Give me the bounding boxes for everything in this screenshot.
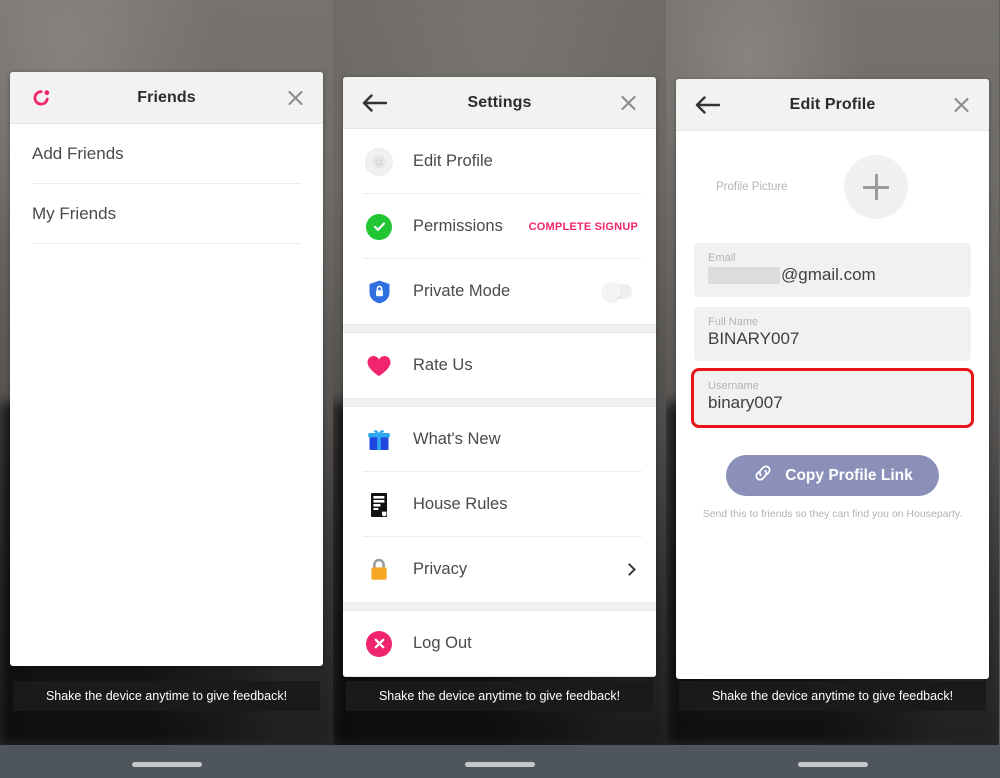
private-mode-toggle[interactable]	[602, 282, 638, 301]
settings-item-private-mode[interactable]: Private Mode	[343, 259, 656, 324]
settings-item-house-rules[interactable]: House Rules	[343, 472, 656, 537]
home-pill-indicator[interactable]	[132, 762, 202, 767]
list-item-label: Add Friends	[32, 143, 124, 163]
settings-group-account: Edit Profile Permissions COMPLETE SIGNUP	[343, 129, 656, 324]
settings-item-log-out[interactable]: Log Out	[343, 611, 656, 676]
profile-picture-row: Profile Picture	[694, 131, 971, 243]
copy-profile-link-label: Copy Profile Link	[785, 466, 913, 484]
list-item-add-friends[interactable]: Add Friends	[32, 124, 301, 184]
edit-profile-header: Edit Profile	[676, 79, 989, 131]
close-icon[interactable]	[281, 84, 309, 112]
friends-list: Add Friends My Friends	[10, 124, 323, 244]
settings-item-permissions[interactable]: Permissions COMPLETE SIGNUP	[343, 194, 656, 259]
screenshot-stage: Friends Add Friends My Friends Shake the…	[0, 0, 1000, 778]
shield-lock-icon	[363, 276, 395, 308]
padlock-icon	[363, 554, 395, 586]
settings-item-label: Log Out	[413, 634, 472, 652]
copy-profile-link-section: Copy Profile Link Send this to friends s…	[694, 455, 971, 520]
full-name-field[interactable]: Full Name BINARY007	[694, 307, 971, 361]
email-domain-text: @gmail.com	[781, 265, 876, 284]
friends-header: Friends	[10, 72, 323, 124]
settings-item-label: Privacy	[413, 560, 468, 578]
settings-panel: Settings Edit Profile Permissions COMPLE…	[343, 77, 656, 677]
home-pill-indicator[interactable]	[465, 762, 535, 767]
avatar-placeholder-icon	[363, 146, 395, 178]
check-circle-icon	[363, 211, 395, 243]
back-arrow-icon[interactable]	[690, 88, 724, 122]
link-chain-icon	[752, 462, 774, 489]
scroll-document-icon	[363, 489, 395, 521]
settings-item-label: Private Mode	[413, 282, 511, 300]
close-circle-icon	[363, 628, 395, 660]
settings-item-label: Permissions	[413, 217, 503, 235]
feedback-toast: Shake the device anytime to give feedbac…	[13, 681, 320, 711]
phone-screen-edit-profile: Edit Profile Profile Picture Email @gmai…	[666, 0, 999, 745]
feedback-toast: Shake the device anytime to give feedbac…	[346, 681, 653, 711]
group-separator	[343, 602, 656, 611]
username-field[interactable]: Username binary007	[691, 368, 974, 428]
settings-header: Settings	[343, 77, 656, 129]
edit-profile-panel: Edit Profile Profile Picture Email @gmai…	[676, 79, 989, 679]
settings-footer: Logged in as binary007 Version 1.41.1 (4…	[343, 676, 656, 677]
feedback-toast: Shake the device anytime to give feedbac…	[679, 681, 986, 711]
field-label: Full Name	[708, 316, 759, 328]
phone-screen-friends: Friends Add Friends My Friends Shake the…	[0, 0, 333, 745]
list-item-label: My Friends	[32, 203, 117, 223]
plus-icon	[863, 174, 889, 200]
back-arrow-icon[interactable]	[357, 86, 391, 120]
settings-item-whats-new[interactable]: What's New	[343, 407, 656, 472]
settings-item-rate-us[interactable]: Rate Us	[343, 333, 656, 398]
field-value-row: @gmail.com	[708, 265, 957, 285]
home-pill-indicator[interactable]	[798, 762, 868, 767]
add-profile-picture-button[interactable]	[844, 155, 908, 219]
redacted-email-local-part	[708, 266, 780, 284]
close-icon[interactable]	[947, 91, 975, 119]
gift-icon	[363, 424, 395, 456]
settings-item-label: House Rules	[413, 495, 508, 513]
settings-item-edit-profile[interactable]: Edit Profile	[343, 129, 656, 194]
group-separator	[343, 324, 656, 333]
phone-screen-settings: Settings Edit Profile Permissions COMPLE…	[333, 0, 666, 745]
android-navigation-bar	[0, 745, 1000, 778]
close-icon[interactable]	[614, 89, 642, 117]
settings-group-info: What's New House Rules Privacy	[343, 407, 656, 602]
edit-profile-body: Profile Picture Email @gmail.com Full Na…	[676, 131, 989, 520]
heart-icon	[363, 350, 395, 382]
group-separator	[343, 398, 656, 407]
field-label: Email	[708, 252, 736, 264]
settings-group-logout: Log Out	[343, 611, 656, 676]
chevron-right-icon	[623, 563, 636, 576]
field-value: BINARY007	[708, 329, 800, 348]
email-field[interactable]: Email @gmail.com	[694, 243, 971, 297]
settings-item-label: Rate Us	[413, 356, 473, 374]
field-label: Username	[708, 380, 759, 392]
settings-item-label: Edit Profile	[413, 152, 493, 170]
settings-item-privacy[interactable]: Privacy	[343, 537, 656, 602]
settings-group-rate: Rate Us	[343, 333, 656, 398]
status-badge-complete-signup: COMPLETE SIGNUP	[528, 220, 638, 233]
copy-profile-link-button[interactable]: Copy Profile Link	[726, 455, 939, 496]
list-item-my-friends[interactable]: My Friends	[32, 184, 301, 244]
field-value: binary007	[708, 393, 783, 412]
profile-picture-label: Profile Picture	[716, 181, 788, 193]
settings-item-label: What's New	[413, 430, 501, 448]
friends-panel: Friends Add Friends My Friends	[10, 72, 323, 666]
copy-profile-link-note: Send this to friends so they can find yo…	[702, 508, 963, 520]
houseparty-logo-icon	[24, 81, 58, 115]
